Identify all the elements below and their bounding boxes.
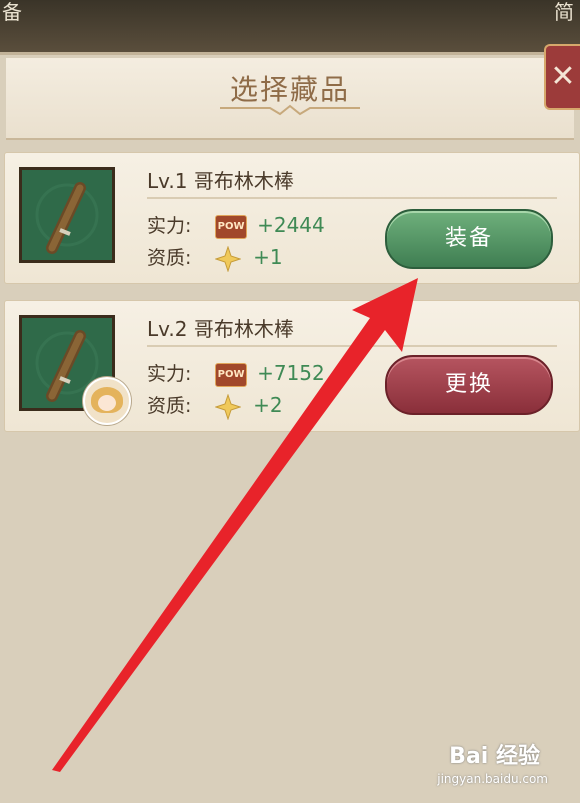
close-button[interactable]: ✕ [544, 44, 580, 110]
item-card-2: Lv.2 哥布林木棒 实力: POW +7152 资质: +2 更换 [4, 300, 580, 432]
item-name: Lv.1 哥布林木棒 [147, 169, 294, 193]
wooden-club-icon [35, 182, 99, 254]
replace-button[interactable]: 更换 [385, 355, 553, 415]
power-row: 实力: POW +7152 [147, 359, 325, 387]
quality-value: +2 [253, 393, 283, 417]
baidu-watermark-url: jingyan.baidu.com [437, 772, 548, 786]
power-label: 实力: [147, 363, 192, 385]
item-thumbnail[interactable] [19, 167, 115, 263]
item-card-1: Lv.1 哥布林木棒 实力: POW +2444 资质: +1 装备 [4, 152, 580, 284]
top-left-tab-label[interactable]: 备 [2, 0, 22, 25]
title-ornament-icon [220, 104, 360, 116]
quality-label: 资质: [147, 247, 192, 269]
avatar-face [98, 395, 116, 411]
star-icon [215, 393, 242, 420]
top-right-tab-label[interactable]: 简 [554, 0, 574, 25]
pow-badge-icon: POW [215, 362, 248, 387]
equip-button[interactable]: 装备 [385, 209, 553, 269]
pow-badge-icon: POW [215, 214, 248, 239]
quality-value: +1 [253, 245, 283, 269]
item-name: Lv.2 哥布林木棒 [147, 317, 294, 341]
card-divider [147, 197, 557, 199]
top-bar: 备 简 [0, 0, 580, 52]
power-value: +2444 [257, 213, 325, 237]
quality-row: 资质: +2 [147, 391, 283, 420]
quality-label: 资质: [147, 395, 192, 417]
baidu-watermark-logo: Bai 经验 [449, 744, 540, 769]
star-icon [215, 245, 242, 272]
power-value: +7152 [257, 361, 325, 385]
character-avatar-icon [83, 377, 131, 425]
card-divider [147, 345, 557, 347]
power-label: 实力: [147, 215, 192, 237]
dialog-title: 选择藏品 [229, 73, 350, 106]
quality-row: 资质: +1 [147, 243, 283, 272]
power-row: 实力: POW +2444 [147, 211, 325, 239]
